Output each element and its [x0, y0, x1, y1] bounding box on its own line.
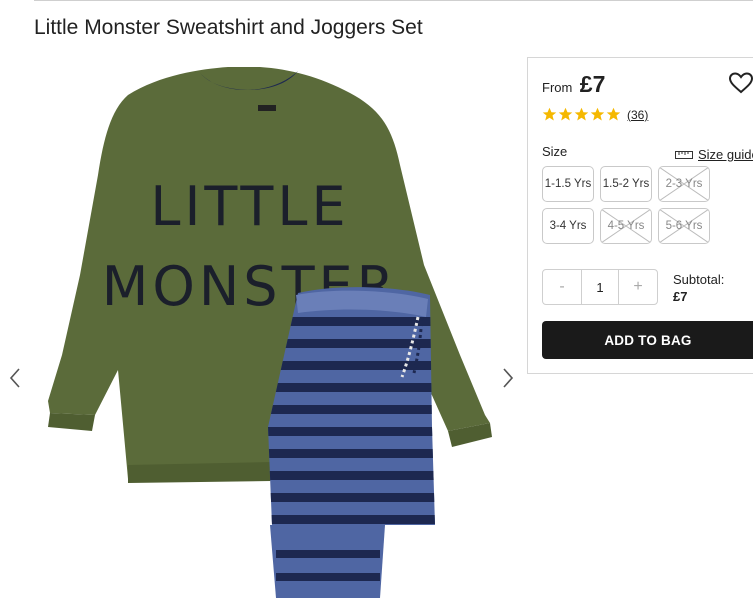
size-option-3-4-yrs[interactable]: 3-4 Yrs: [542, 208, 594, 244]
reviews-count-link[interactable]: (36): [627, 108, 648, 122]
quantity-stepper: - 1 +: [542, 269, 658, 305]
size-option-label: 3-4 Yrs: [549, 220, 587, 232]
purchase-panel: From £7 (36) Size Size guide 1-1.5 Yrs 1…: [527, 57, 753, 374]
quantity-increase-button[interactable]: +: [619, 270, 657, 304]
size-guide-link[interactable]: Size guide: [675, 147, 753, 162]
size-guide-label: Size guide: [698, 147, 753, 162]
from-label: From: [542, 80, 573, 95]
product-image[interactable]: LITTLE MONSTER: [40, 55, 495, 598]
price-row: From £7: [542, 71, 605, 98]
star-icon: [574, 107, 589, 121]
chevron-right-icon: [503, 368, 514, 388]
wishlist-button[interactable]: [728, 71, 753, 95]
top-divider: [34, 0, 753, 1]
size-option-4-5-yrs: 4-5 Yrs: [600, 208, 652, 244]
quantity-decrease-button[interactable]: -: [543, 270, 581, 304]
size-option-label: 1.5-2 Yrs: [602, 178, 650, 190]
star-icon: [606, 107, 621, 121]
ruler-icon: [675, 150, 693, 159]
size-label: Size: [542, 144, 568, 159]
size-option-label: 4-5 Yrs: [607, 220, 645, 232]
subtotal-label: Subtotal:: [673, 272, 725, 287]
previous-image-button[interactable]: [5, 363, 25, 393]
chest-print-line1: LITTLE: [150, 175, 349, 238]
next-image-button[interactable]: [498, 363, 518, 393]
subtotal-value: £7: [673, 289, 688, 304]
star-icon: [558, 107, 573, 121]
star-icon: [542, 107, 557, 121]
quantity-input[interactable]: 1: [581, 270, 619, 304]
size-option-label: 1-1.5 Yrs: [544, 178, 592, 190]
price-value: £7: [579, 71, 606, 97]
heart-icon: [728, 72, 753, 94]
product-title: Little Monster Sweatshirt and Joggers Se…: [34, 16, 423, 39]
size-option-2-3-yrs: 2-3 Yrs: [658, 166, 710, 202]
size-option-1.5-2-yrs[interactable]: 1.5-2 Yrs: [600, 166, 652, 202]
star-icon: [590, 107, 605, 121]
chevron-left-icon: [9, 368, 20, 388]
size-option-label: 2-3 Yrs: [665, 178, 703, 190]
rating: (36): [542, 107, 648, 122]
add-to-bag-button[interactable]: ADD TO BAG: [542, 321, 753, 359]
size-option-5-6-yrs: 5-6 Yrs: [658, 208, 710, 244]
product-gallery: LITTLE MONSTER: [0, 55, 525, 598]
size-option-1-1.5-yrs[interactable]: 1-1.5 Yrs: [542, 166, 594, 202]
size-option-label: 5-6 Yrs: [665, 220, 703, 232]
